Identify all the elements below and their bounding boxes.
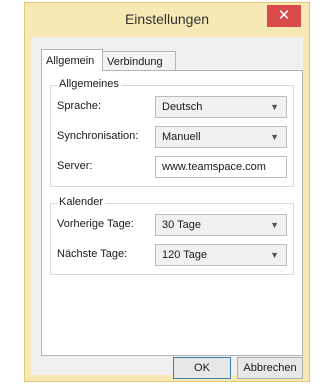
server-row: Server: www.teamspace.com [57,156,287,178]
title-bar[interactable]: Einstellungen ✕ [25,3,309,37]
next-days-select[interactable]: 120 Tage ▼ [155,244,287,266]
previous-days-select[interactable]: 30 Tage ▼ [155,214,287,236]
previous-days-row: Vorherige Tage: 30 Tage ▼ [57,214,287,236]
language-row: Sprache: Deutsch ▼ [57,96,287,118]
chevron-down-icon: ▼ [270,220,279,230]
close-icon: ✕ [277,7,291,24]
cancel-button[interactable]: Abbrechen [237,357,303,379]
sync-row: Synchronisation: Manuell ▼ [57,126,287,148]
tab-connection[interactable]: Verbindung [102,51,176,71]
server-label: Server: [57,160,93,172]
server-input[interactable]: www.teamspace.com [155,156,287,178]
next-days-value: 120 Tage [162,249,208,261]
previous-days-value: 30 Tage [162,219,201,231]
tab-general[interactable]: Allgemein [41,49,103,71]
ok-button[interactable]: OK [173,357,231,379]
language-select[interactable]: Deutsch ▼ [155,96,287,118]
tab-panel-general: Allgemeines Sprache: Deutsch ▼ Synchroni… [41,70,303,356]
previous-days-label: Vorherige Tage: [57,218,134,230]
group-general: Allgemeines Sprache: Deutsch ▼ Synchroni… [50,78,294,187]
settings-dialog: Einstellungen ✕ Allgemein Verbindung All… [24,2,310,382]
sync-label: Synchronisation: [57,130,139,142]
language-value: Deutsch [162,101,203,113]
chevron-down-icon: ▼ [270,250,279,260]
language-label: Sprache: [57,100,102,112]
chevron-down-icon: ▼ [270,132,279,142]
group-general-title: Allgemeines [57,78,121,90]
dialog-client-area: Allgemein Verbindung Allgemeines Sprache… [31,37,303,379]
sync-value: Manuell [162,131,201,143]
server-value: www.teamspace.com [162,161,266,173]
next-days-row: Nächste Tage: 120 Tage ▼ [57,244,287,266]
sync-select[interactable]: Manuell ▼ [155,126,287,148]
group-calendar: Kalender Vorherige Tage: 30 Tage ▼ Nächs… [50,196,294,275]
chevron-down-icon: ▼ [270,102,279,112]
group-calendar-title: Kalender [57,196,106,208]
close-button[interactable]: ✕ [267,5,301,27]
next-days-label: Nächste Tage: [57,248,128,260]
